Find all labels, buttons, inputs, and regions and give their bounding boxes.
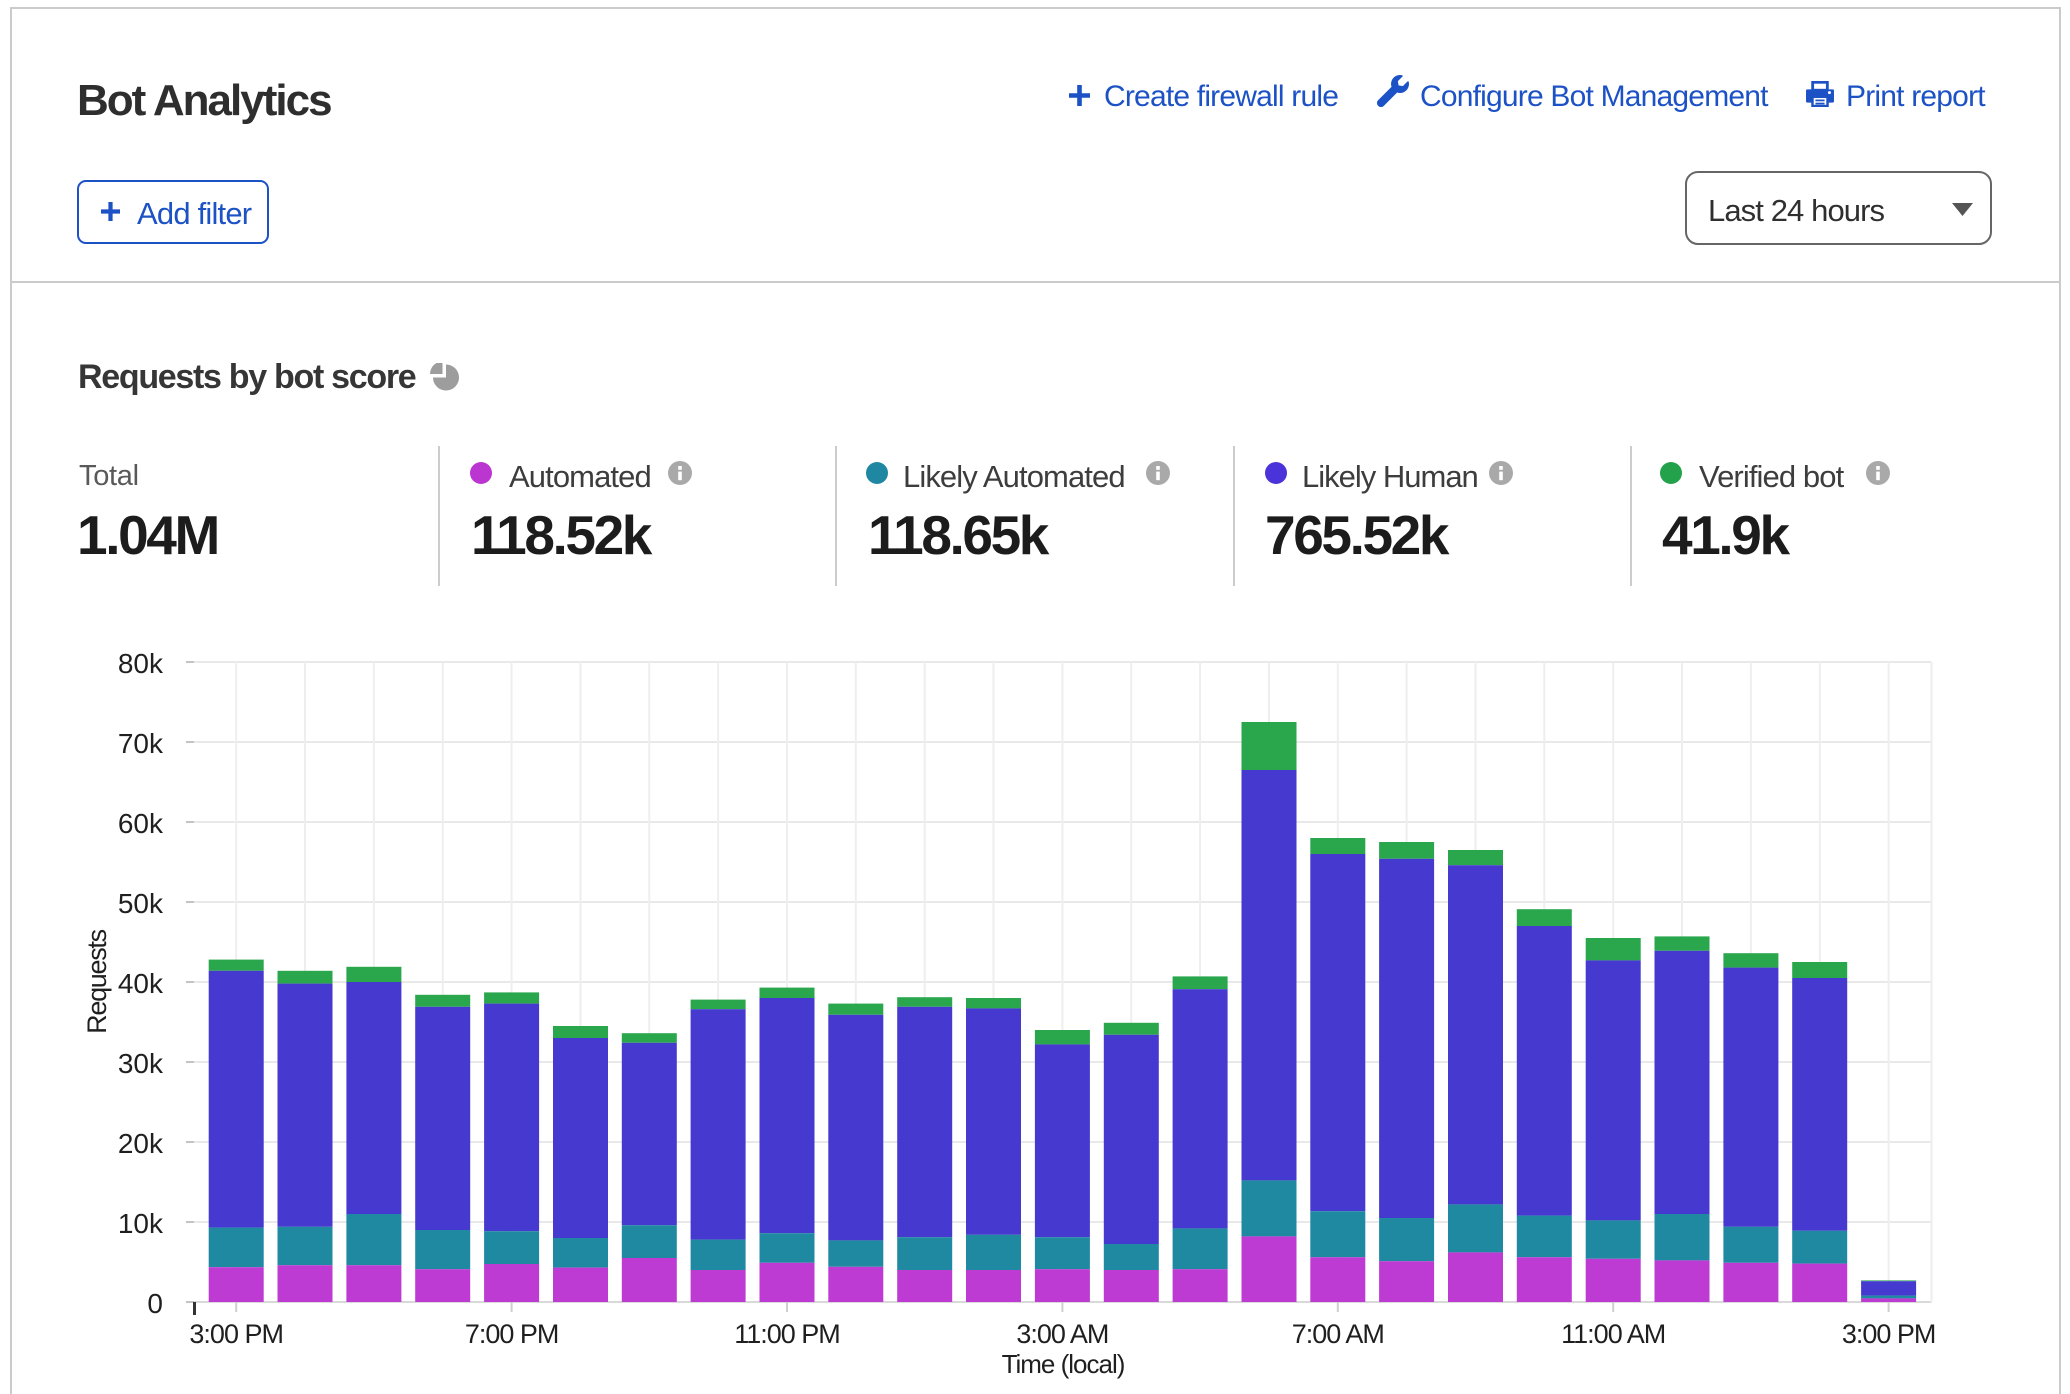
svg-text:10k: 10k — [118, 1208, 164, 1239]
svg-text:70k: 70k — [118, 728, 164, 759]
svg-text:30k: 30k — [118, 1048, 164, 1079]
svg-text:50k: 50k — [118, 888, 164, 919]
svg-text:60k: 60k — [118, 808, 164, 839]
svg-text:Requests: Requests — [82, 929, 112, 1033]
svg-text:Time (local): Time (local) — [1002, 1349, 1125, 1379]
svg-text:11:00 AM: 11:00 AM — [1561, 1319, 1665, 1349]
svg-text:11:00 PM: 11:00 PM — [734, 1319, 840, 1349]
svg-text:3:00 PM: 3:00 PM — [189, 1319, 283, 1349]
svg-text:3:00 PM: 3:00 PM — [1842, 1319, 1936, 1349]
svg-text:7:00 AM: 7:00 AM — [1292, 1319, 1384, 1349]
svg-text:80k: 80k — [118, 648, 164, 679]
svg-text:40k: 40k — [118, 968, 164, 999]
svg-text:20k: 20k — [118, 1128, 164, 1159]
svg-text:7:00 PM: 7:00 PM — [465, 1319, 559, 1349]
svg-text:0: 0 — [147, 1288, 163, 1319]
svg-text:3:00 AM: 3:00 AM — [1016, 1319, 1108, 1349]
